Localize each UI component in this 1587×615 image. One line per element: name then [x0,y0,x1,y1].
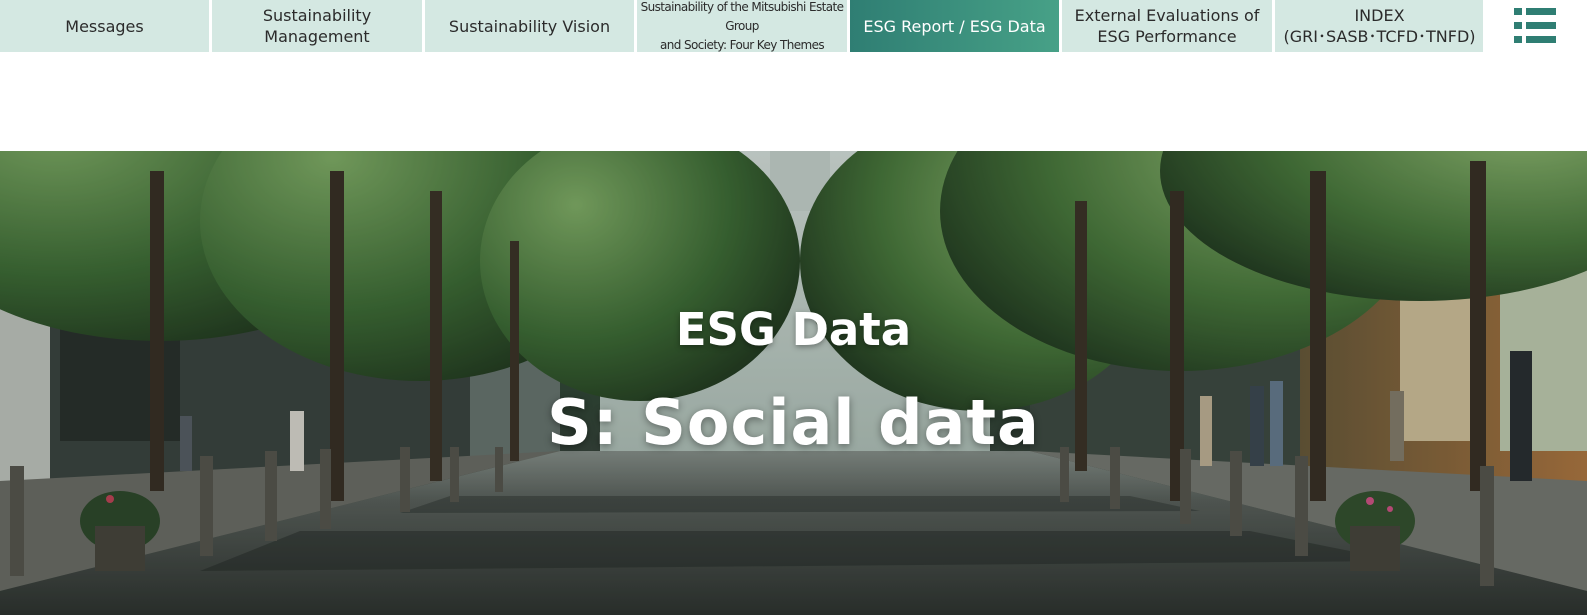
global-nav: Messages Sustainability Management Susta… [0,0,1587,52]
tab-sustainability-management[interactable]: Sustainability Management [212,0,422,52]
tab-esg-report-data[interactable]: ESG Report / ESG Data [850,0,1059,52]
tab-index[interactable]: INDEX (GRI･SASB･TCFD･TNFD) [1275,0,1484,52]
tab-sustainability-vision[interactable]: Sustainability Vision [425,0,634,52]
menu-button[interactable] [1483,0,1587,52]
tab-external-evaluations[interactable]: External Evaluations of ESG Performance [1062,0,1272,52]
tab-four-key-themes[interactable]: Sustainability of the Mitsubishi Estate … [637,0,847,52]
page-title: S: Social data [547,386,1040,459]
hero-kicker: ESG Data [675,303,912,356]
hero-banner: ESG Data S: Social data [0,151,1587,615]
hamburger-list-icon [1514,8,1556,43]
page: Messages Sustainability Management Susta… [0,0,1587,615]
hero-overlay [0,151,1587,615]
tab-messages[interactable]: Messages [0,0,209,52]
